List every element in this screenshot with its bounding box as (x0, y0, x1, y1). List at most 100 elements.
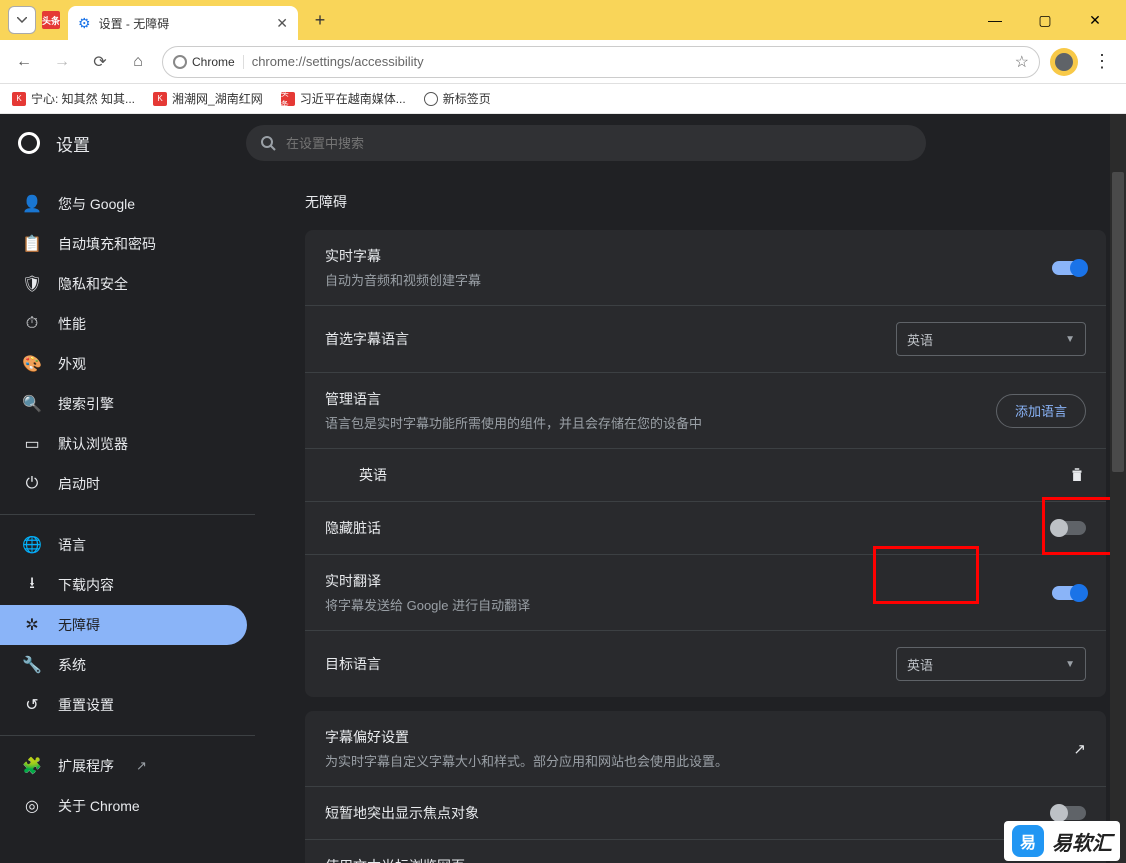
clipboard-icon: 📋 (22, 234, 42, 254)
row-language-item: 英语 (305, 448, 1106, 501)
hide-profanity-toggle[interactable] (1052, 521, 1086, 535)
url-box[interactable]: Chrome chrome://settings/accessibility ☆ (162, 46, 1040, 78)
chrome-icon: ◎ (22, 796, 42, 816)
forward-button[interactable]: → (48, 48, 76, 76)
url-text: chrome://settings/accessibility (252, 54, 1007, 69)
row-manage-languages: 管理语言语言包是实时字幕功能所需使用的组件，并且会存储在您的设备中 添加语言 (305, 372, 1106, 448)
row-caret-browsing: 使用文本光标浏览网页如需开启或关闭光标浏览模式，请使用快捷键 F7 (305, 839, 1106, 863)
page-heading: 无障碍 (305, 192, 1106, 212)
profile-avatar[interactable] (1050, 48, 1078, 76)
home-button[interactable]: ⌂ (124, 48, 152, 76)
sidebar-item-privacy[interactable]: 🛡隐私和安全 (0, 264, 247, 304)
settings-sidebar: 👤您与 Google 📋自动填充和密码 🛡隐私和安全 ⏱性能 🎨外观 🔍搜索引擎… (0, 114, 255, 863)
watermark: 易 易软汇 (1004, 821, 1120, 861)
chrome-icon (18, 132, 40, 154)
row-live-translate: 实时翻译将字幕发送给 Google 进行自动翻译 (305, 554, 1106, 630)
bookmark-item[interactable]: 新标签页 (424, 90, 491, 107)
bookmark-star-icon[interactable]: ☆ (1015, 52, 1029, 72)
sidebar-item-on-startup[interactable]: ⏻启动时 (0, 464, 247, 504)
maximize-button[interactable]: ▢ (1030, 5, 1060, 35)
sidebar-item-you-and-google[interactable]: 👤您与 Google (0, 184, 247, 224)
row-flash-focus: 短暂地突出显示焦点对象 (305, 786, 1106, 839)
globe-icon (424, 92, 438, 106)
sidebar-item-search-engine[interactable]: 🔍搜索引擎 (0, 384, 247, 424)
menu-button[interactable]: ⋮ (1088, 48, 1116, 76)
accessibility-icon: ✲ (22, 615, 42, 635)
caption-language-select[interactable]: 英语▼ (896, 322, 1086, 356)
sidebar-item-system[interactable]: 🔧系统 (0, 645, 247, 685)
close-icon[interactable]: ✕ (276, 15, 288, 32)
delete-icon[interactable] (1068, 466, 1086, 484)
bookmark-favicon: K (12, 92, 26, 106)
chrome-icon (173, 55, 187, 69)
sidebar-item-appearance[interactable]: 🎨外观 (0, 344, 247, 384)
site-chip[interactable]: Chrome (173, 55, 244, 69)
speed-icon: ⏱ (22, 315, 42, 333)
row-caption-preferences[interactable]: 字幕偏好设置为实时字幕自定义字幕大小和样式。部分应用和网站也会使用此设置。 ↗ (305, 711, 1106, 786)
external-link-icon: ↗ (136, 758, 147, 774)
watermark-logo: 易 (1012, 825, 1044, 857)
bookmark-item[interactable]: K宁心: 知其然 知其... (12, 90, 135, 107)
live-translate-toggle[interactable] (1052, 586, 1086, 600)
sidebar-item-autofill[interactable]: 📋自动填充和密码 (0, 224, 247, 264)
flash-focus-toggle[interactable] (1052, 806, 1086, 820)
puzzle-icon: 🧩 (22, 756, 42, 776)
wrench-icon: 🔧 (22, 655, 42, 675)
bookmark-favicon: K (153, 92, 167, 106)
settings-content: 无障碍 实时字幕自动为音频和视频创建字幕 首选字幕语言 英语▼ 管理语言语言包是… (255, 114, 1126, 863)
globe-icon: 🌐 (22, 535, 42, 555)
window-icon: ▭ (22, 434, 42, 454)
browser-tab[interactable]: ⚙ 设置 - 无障碍 ✕ (68, 6, 298, 40)
watermark-text: 易软汇 (1052, 827, 1112, 856)
settings-app: 设置 👤您与 Google 📋自动填充和密码 🛡隐私和安全 ⏱性能 🎨外观 🔍搜… (0, 114, 1126, 863)
address-bar: ← → ⟳ ⌂ Chrome chrome://settings/accessi… (0, 40, 1126, 84)
row-target-language: 目标语言 英语▼ (305, 630, 1106, 697)
scrollbar-thumb[interactable] (1112, 172, 1124, 472)
shield-icon: 🛡 (22, 274, 42, 294)
chevron-down-icon (17, 17, 27, 23)
sidebar-item-downloads[interactable]: ⭳下载内容 (0, 565, 247, 605)
bookmark-favicon: 头条 (281, 92, 295, 106)
scrollbar-track[interactable] (1110, 114, 1126, 863)
minimize-button[interactable]: — (980, 5, 1010, 35)
row-caption-language: 首选字幕语言 英语▼ (305, 305, 1106, 372)
settings-card: 字幕偏好设置为实时字幕自定义字幕大小和样式。部分应用和网站也会使用此设置。 ↗ … (305, 711, 1106, 863)
add-language-button[interactable]: 添加语言 (996, 394, 1086, 428)
sidebar-separator (0, 514, 255, 515)
power-icon: ⏻ (22, 475, 42, 493)
close-window-button[interactable]: ✕ (1080, 5, 1110, 35)
person-icon: 👤 (22, 194, 42, 214)
download-icon: ⭳ (22, 572, 42, 599)
row-live-caption: 实时字幕自动为音频和视频创建字幕 (305, 230, 1106, 305)
chevron-down-icon: ▼ (1065, 659, 1075, 670)
sidebar-item-accessibility[interactable]: ✲无障碍 (0, 605, 247, 645)
sidebar-item-extensions[interactable]: 🧩扩展程序↗ (0, 746, 247, 786)
bookmarks-bar: K宁心: 知其然 知其... K湘潮网_湖南红网 头条习近平在越南媒体... 新… (0, 84, 1126, 114)
row-hide-profanity: 隐藏脏话 (305, 501, 1106, 554)
gear-icon: ⚙ (78, 15, 91, 32)
back-button[interactable]: ← (10, 48, 38, 76)
new-tab-button[interactable]: + (306, 6, 334, 34)
external-link-icon: ↗ (1073, 740, 1086, 758)
sidebar-item-performance[interactable]: ⏱性能 (0, 304, 247, 344)
site-chip-label: Chrome (192, 55, 235, 69)
reload-button[interactable]: ⟳ (86, 48, 114, 76)
sidebar-item-about-chrome[interactable]: ◎关于 Chrome (0, 786, 247, 826)
palette-icon: 🎨 (22, 354, 42, 374)
bookmark-item[interactable]: K湘潮网_湖南红网 (153, 90, 263, 107)
settings-card: 实时字幕自动为音频和视频创建字幕 首选字幕语言 英语▼ 管理语言语言包是实时字幕… (305, 230, 1106, 697)
bookmark-item[interactable]: 头条习近平在越南媒体... (281, 90, 406, 107)
sidebar-separator (0, 735, 255, 736)
settings-title: 设置 (56, 131, 90, 156)
chevron-down-icon: ▼ (1065, 334, 1075, 345)
sidebar-item-default-browser[interactable]: ▭默认浏览器 (0, 424, 247, 464)
live-caption-toggle[interactable] (1052, 261, 1086, 275)
search-icon: 🔍 (22, 394, 42, 414)
sidebar-item-reset[interactable]: ↺重置设置 (0, 685, 247, 725)
window-titlebar: 头条 ⚙ 设置 - 无障碍 ✕ + — ▢ ✕ (0, 0, 1126, 40)
reset-icon: ↺ (22, 695, 42, 715)
target-language-select[interactable]: 英语▼ (896, 647, 1086, 681)
pinned-favicon[interactable]: 头条 (42, 11, 60, 29)
tab-dropdown-button[interactable] (8, 6, 36, 34)
sidebar-item-languages[interactable]: 🌐语言 (0, 525, 247, 565)
